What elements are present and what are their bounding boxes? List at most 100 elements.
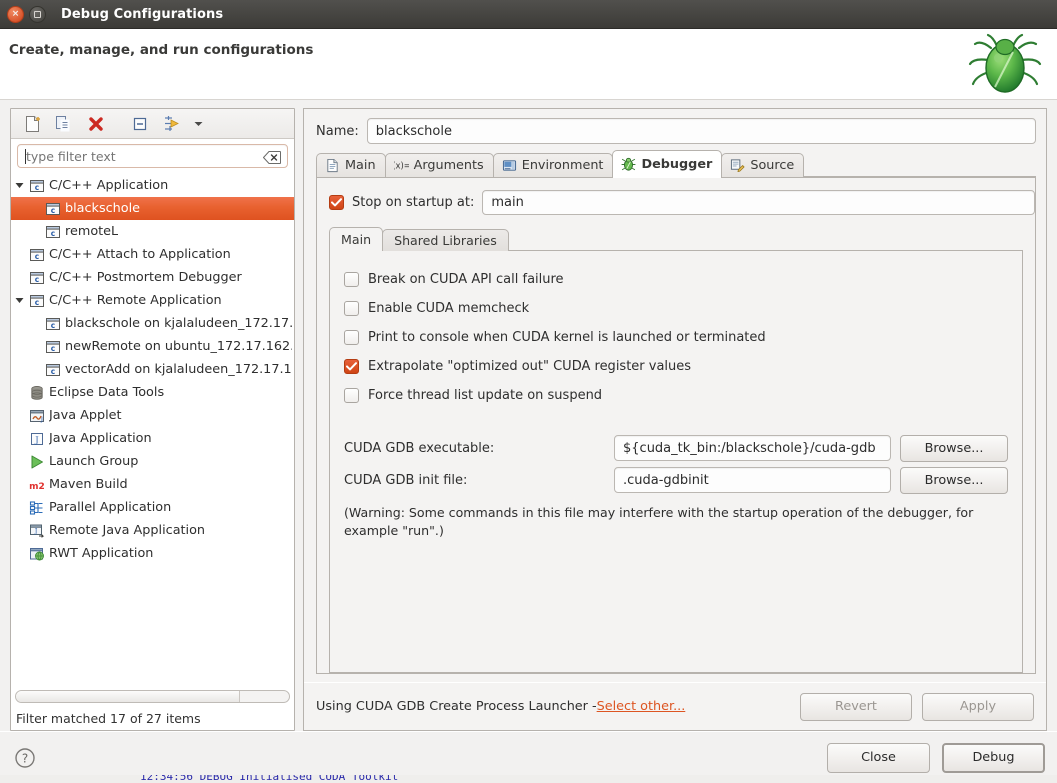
filter-row bbox=[11, 139, 294, 173]
cuda-gdb-executable-input[interactable] bbox=[614, 435, 891, 461]
tree-horizontal-scrollbar[interactable] bbox=[11, 688, 294, 706]
inner-tabstrip-filler bbox=[508, 229, 1023, 251]
tab-label: Environment bbox=[522, 158, 604, 173]
option-row[interactable]: Enable CUDA memcheck bbox=[344, 294, 1008, 323]
tree-item-label: RWT Application bbox=[49, 546, 153, 561]
tree-item-label: vectorAdd on kjalaludeen_172.17.16 bbox=[65, 362, 292, 377]
tree-item[interactable]: cC/C++ Postmortem Debugger bbox=[11, 266, 294, 289]
option-row[interactable]: Extrapolate "optimized out" CUDA registe… bbox=[344, 352, 1008, 381]
stop-on-startup-input[interactable] bbox=[482, 190, 1035, 215]
browse-button[interactable]: Browse... bbox=[900, 467, 1008, 494]
tree-item-label: Java Application bbox=[49, 431, 152, 446]
window-close-button[interactable]: × bbox=[7, 6, 24, 23]
maximize-icon bbox=[34, 11, 41, 18]
tree-item[interactable]: cblackschole bbox=[11, 197, 294, 220]
tree-item-label: newRemote on ubuntu_172.17.162.2 bbox=[65, 339, 292, 354]
subtab-shared-libraries[interactable]: Shared Libraries bbox=[382, 229, 509, 251]
svg-text:c: c bbox=[35, 183, 39, 192]
close-button[interactable]: Close bbox=[827, 743, 930, 773]
c-app-icon: c bbox=[27, 247, 47, 263]
option-checkbox[interactable] bbox=[344, 272, 359, 287]
cuda-gdb-init-file-input[interactable] bbox=[614, 467, 891, 493]
option-row[interactable]: Break on CUDA API call failure bbox=[344, 265, 1008, 294]
tree-item-label: Maven Build bbox=[49, 477, 128, 492]
option-checkbox[interactable] bbox=[344, 301, 359, 316]
tree-item-label: blackschole on kjalaludeen_172.17.1 bbox=[65, 316, 292, 331]
option-checkbox[interactable] bbox=[344, 388, 359, 403]
filter-box[interactable] bbox=[17, 144, 288, 168]
tree-item[interactable]: cC/C++ Remote Application bbox=[11, 289, 294, 312]
close-icon: × bbox=[12, 10, 20, 19]
tree-item[interactable]: cremoteL bbox=[11, 220, 294, 243]
tree-item[interactable]: c vectorAdd on kjalaludeen_172.17.16 bbox=[11, 358, 294, 381]
tree-item[interactable]: cblackschole on kjalaludeen_172.17.1 bbox=[11, 312, 294, 335]
stop-on-startup-checkbox[interactable] bbox=[329, 195, 344, 210]
expand-arrow-icon[interactable] bbox=[11, 182, 27, 189]
tree-item[interactable]: m2Maven Build bbox=[11, 473, 294, 496]
option-checkbox[interactable] bbox=[344, 330, 359, 345]
launcher-text: Using CUDA GDB Create Process Launcher - bbox=[316, 699, 597, 714]
tree-item-label: blackschole bbox=[65, 201, 140, 216]
tree-item[interactable]: Parallel Application bbox=[11, 496, 294, 519]
tab-arguments[interactable]: (x)=Arguments bbox=[385, 153, 494, 177]
subtab-label: Main bbox=[341, 232, 371, 247]
scrollbar-trough[interactable] bbox=[15, 690, 290, 703]
help-icon[interactable]: ? bbox=[14, 747, 36, 769]
revert-button[interactable]: Revert bbox=[800, 693, 912, 721]
c-app-icon: c bbox=[43, 339, 63, 355]
svg-text:J: J bbox=[40, 415, 43, 423]
configurations-panel: cC/C++ ApplicationcblackscholecremoteLcC… bbox=[10, 108, 295, 731]
name-row: Name: bbox=[304, 109, 1046, 150]
expand-arrow-icon[interactable] bbox=[11, 297, 27, 304]
window-maximize-button[interactable] bbox=[29, 6, 46, 23]
tab-source[interactable]: Source bbox=[721, 153, 804, 177]
filter-input[interactable] bbox=[18, 145, 287, 167]
tree-item[interactable]: JJava Applet bbox=[11, 404, 294, 427]
scrollbar-thumb[interactable] bbox=[16, 691, 240, 702]
editor-tabstrip: Main(x)=Arguments Environment Debugger Sour… bbox=[304, 150, 1046, 177]
field-label: CUDA GDB executable: bbox=[344, 441, 614, 456]
subtab-label: Shared Libraries bbox=[394, 233, 497, 248]
rwt-icon bbox=[27, 546, 47, 562]
clear-filter-icon[interactable] bbox=[263, 149, 281, 168]
svg-text:J: J bbox=[34, 527, 38, 535]
svg-text:c: c bbox=[35, 252, 39, 261]
dropdown-arrow-icon[interactable] bbox=[191, 112, 205, 136]
subtab-main[interactable]: Main bbox=[329, 227, 383, 251]
option-row[interactable]: Print to console when CUDA kernel is lau… bbox=[344, 323, 1008, 352]
remote-java-icon: J bbox=[27, 523, 47, 539]
filter-icon[interactable] bbox=[159, 112, 185, 136]
tree-item[interactable]: cC/C++ Application bbox=[11, 174, 294, 197]
browse-button[interactable]: Browse... bbox=[900, 435, 1008, 462]
c-app-icon: c bbox=[43, 362, 63, 378]
tree-item[interactable]: cC/C++ Attach to Application bbox=[11, 243, 294, 266]
debug-button[interactable]: Debug bbox=[942, 743, 1045, 773]
tree-item[interactable]: Launch Group bbox=[11, 450, 294, 473]
tab-debugger[interactable]: Debugger bbox=[612, 150, 722, 177]
tree-item[interactable]: JRemote Java Application bbox=[11, 519, 294, 542]
tree-item[interactable]: cnewRemote on ubuntu_172.17.162.2 bbox=[11, 335, 294, 358]
duplicate-icon[interactable] bbox=[51, 112, 77, 136]
name-input[interactable] bbox=[367, 118, 1036, 144]
tab-label: Source bbox=[750, 158, 794, 173]
tree-item[interactable]: Eclipse Data Tools bbox=[11, 381, 294, 404]
configuration-editor-panel: Name: Main(x)=ArgumentsEnvironmentDebugg… bbox=[303, 108, 1047, 731]
tab-main[interactable]: Main bbox=[316, 153, 386, 177]
cuda-gdb-field-row: CUDA GDB executable: Browse... bbox=[344, 432, 1008, 464]
editor-footer: Using CUDA GDB Create Process Launcher -… bbox=[304, 682, 1046, 730]
tree-item[interactable]: JJava Application bbox=[11, 427, 294, 450]
document-icon bbox=[325, 158, 340, 173]
configurations-tree[interactable]: cC/C++ ApplicationcblackscholecremoteLcC… bbox=[11, 173, 294, 688]
option-row[interactable]: Force thread list update on suspend bbox=[344, 381, 1008, 410]
delete-icon[interactable] bbox=[83, 112, 109, 136]
tab-environment[interactable]: Environment bbox=[493, 153, 614, 177]
select-other-launcher-link[interactable]: Select other... bbox=[597, 699, 686, 714]
c-app-icon: c bbox=[27, 178, 47, 194]
new-launch-configuration-icon[interactable] bbox=[19, 112, 45, 136]
c-app-icon: c bbox=[43, 316, 63, 332]
apply-button[interactable]: Apply bbox=[922, 693, 1034, 721]
tree-item[interactable]: RWT Application bbox=[11, 542, 294, 565]
svg-text:c: c bbox=[51, 367, 55, 376]
option-checkbox[interactable] bbox=[344, 359, 359, 374]
collapse-all-icon[interactable] bbox=[127, 112, 153, 136]
